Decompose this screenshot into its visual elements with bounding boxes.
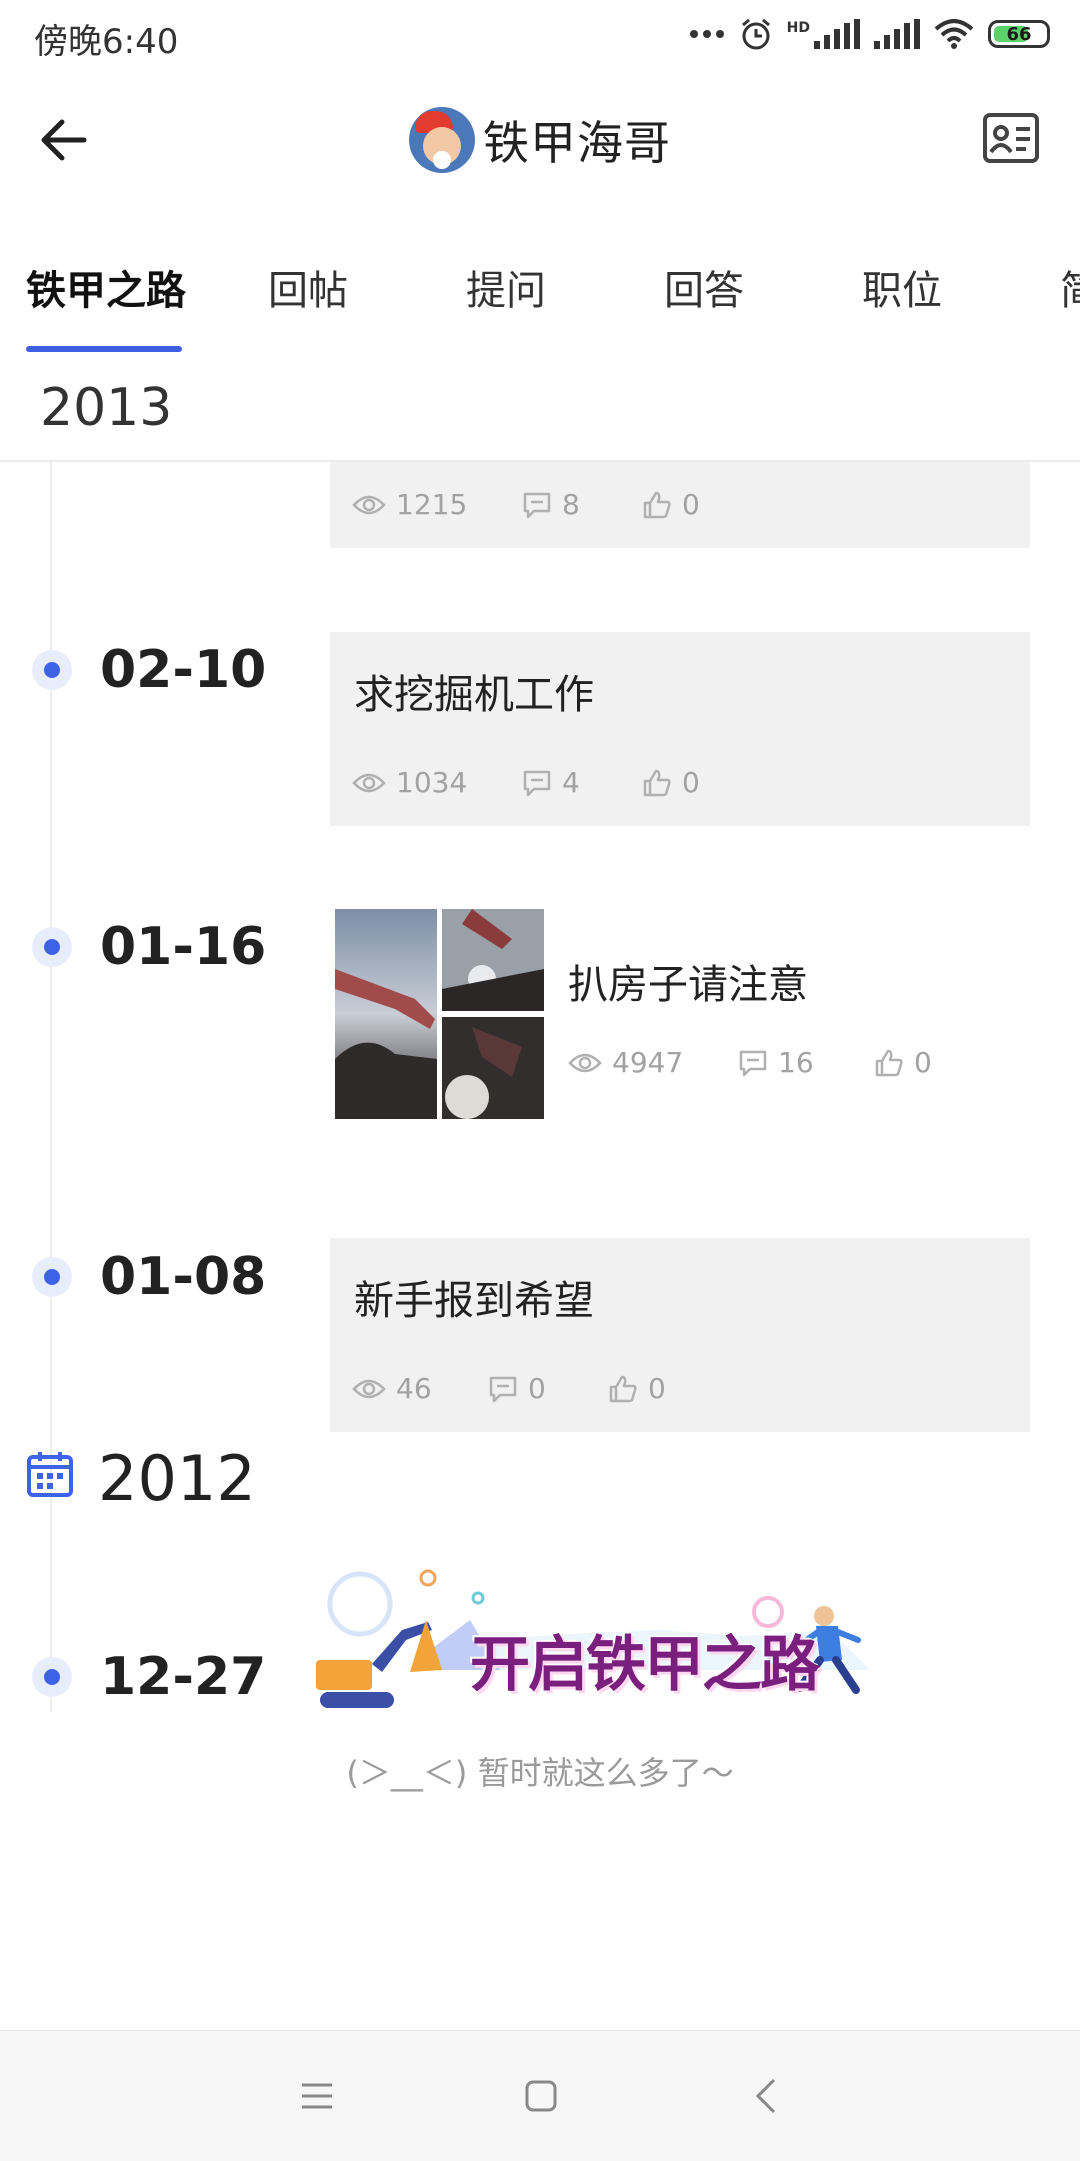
comments-stat: 4	[522, 766, 642, 799]
comments-stat: 16	[738, 1046, 874, 1079]
tab-jobs[interactable]: 职位	[862, 258, 942, 316]
likes-count: 0	[648, 1372, 666, 1405]
thumbs-up-icon	[875, 1049, 903, 1076]
tab-tiejia-road[interactable]: 铁甲之路	[26, 258, 186, 316]
post-photo[interactable]	[335, 909, 437, 1119]
post-date: 02-10	[100, 640, 267, 700]
likes-stat: 0	[642, 766, 700, 799]
likes-stat: 0	[642, 488, 700, 521]
year-label-2013: 2013	[40, 378, 173, 438]
contact-card-icon	[983, 113, 1039, 163]
post-photo[interactable]	[442, 1017, 544, 1119]
page-title: 铁甲海哥	[483, 116, 671, 170]
post-date: 12-27	[100, 1647, 267, 1707]
status-time: 傍晚6:40	[34, 22, 179, 62]
timeline-dot	[32, 927, 72, 967]
views-count: 1215	[396, 488, 468, 521]
views-count: 4947	[612, 1046, 684, 1079]
thumbs-up-icon	[609, 1375, 637, 1402]
eye-icon	[352, 1379, 386, 1398]
back-chevron-icon[interactable]	[754, 2077, 778, 2115]
tab-resume-partial[interactable]: 简	[1060, 258, 1080, 316]
comments-stat: 8	[522, 488, 642, 521]
comments-count: 0	[528, 1372, 546, 1405]
battery-level: 66	[1006, 23, 1032, 45]
banner-title: 开启铁甲之路	[470, 1630, 820, 1700]
eye-icon	[352, 773, 386, 792]
views-stat: 1215	[352, 488, 522, 521]
post-title: 扒房子请注意	[568, 962, 808, 1008]
post-stats: 4947 16 0	[568, 1046, 932, 1079]
timeline-dot	[32, 1257, 72, 1297]
post-date: 01-08	[100, 1247, 267, 1307]
active-tab-indicator	[26, 346, 182, 352]
contact-card-button[interactable]	[982, 112, 1040, 164]
likes-count: 0	[914, 1046, 932, 1079]
post-card[interactable]: 新手报到希望 46 0 0	[330, 1238, 1030, 1432]
timeline-dot	[32, 1657, 72, 1697]
calendar-icon	[26, 1450, 74, 1498]
end-of-list-text: (＞__＜) 暂时就这么多了～	[346, 1754, 734, 1792]
tab-bar: 铁甲之路 回帖 提问 回答 职位 简	[0, 258, 1080, 354]
comments-count: 4	[562, 766, 580, 799]
comment-icon	[523, 770, 551, 796]
battery-icon: 66	[988, 20, 1050, 48]
views-count: 46	[396, 1372, 432, 1405]
post-title: 求挖掘机工作	[354, 672, 594, 718]
wifi-icon	[934, 19, 974, 49]
avatar[interactable]	[409, 107, 475, 173]
post-card-with-images[interactable]: 扒房子请注意 4947 16 0	[330, 906, 1050, 1122]
post-date: 01-16	[100, 917, 267, 977]
dots-icon	[689, 30, 724, 38]
comments-stat: 0	[488, 1372, 608, 1405]
thumbs-up-icon	[643, 769, 671, 796]
post-card-partial[interactable]: 1215 8 0	[330, 462, 1030, 548]
alarm-icon	[741, 18, 770, 50]
eye-icon	[568, 1053, 602, 1072]
hd-label: HD	[786, 20, 810, 36]
post-card[interactable]: 求挖掘机工作 1034 4 0	[330, 632, 1030, 826]
banner-start-road[interactable]: 开启铁甲之路	[310, 1560, 910, 1720]
comments-count: 16	[778, 1046, 814, 1079]
views-count: 1034	[396, 766, 468, 799]
home-square-icon[interactable]	[524, 2079, 558, 2113]
views-stat: 46	[352, 1372, 488, 1405]
comment-icon	[489, 1376, 517, 1402]
post-stats: 46 0 0	[352, 1372, 666, 1405]
year-label-2012: 2012	[98, 1442, 256, 1515]
eye-icon	[352, 495, 386, 514]
post-photo[interactable]	[442, 909, 544, 1011]
likes-stat: 0	[608, 1372, 666, 1405]
likes-count: 0	[682, 766, 700, 799]
likes-count: 0	[682, 488, 700, 521]
post-title: 新手报到希望	[354, 1278, 594, 1324]
comments-count: 8	[562, 488, 580, 521]
tab-answers[interactable]: 回答	[664, 258, 744, 316]
signal-icon	[874, 19, 920, 49]
post-stats: 1034 4 0	[352, 766, 700, 799]
views-stat: 1034	[352, 766, 522, 799]
menu-icon[interactable]	[300, 2081, 334, 2111]
thumbs-up-icon	[643, 491, 671, 518]
hd-signal-icon	[814, 19, 860, 49]
status-icons: HD 66	[689, 14, 1050, 54]
views-stat: 4947	[568, 1046, 738, 1079]
post-stats: 1215 8 0	[352, 488, 700, 521]
comment-icon	[739, 1050, 767, 1076]
tab-questions[interactable]: 提问	[466, 258, 546, 316]
profile-header: 铁甲海哥	[0, 100, 1080, 180]
timeline-dot	[32, 650, 72, 690]
tab-replies[interactable]: 回帖	[268, 258, 348, 316]
system-nav-bar	[0, 2030, 1080, 2161]
likes-stat: 0	[874, 1046, 932, 1079]
comment-icon	[523, 492, 551, 518]
